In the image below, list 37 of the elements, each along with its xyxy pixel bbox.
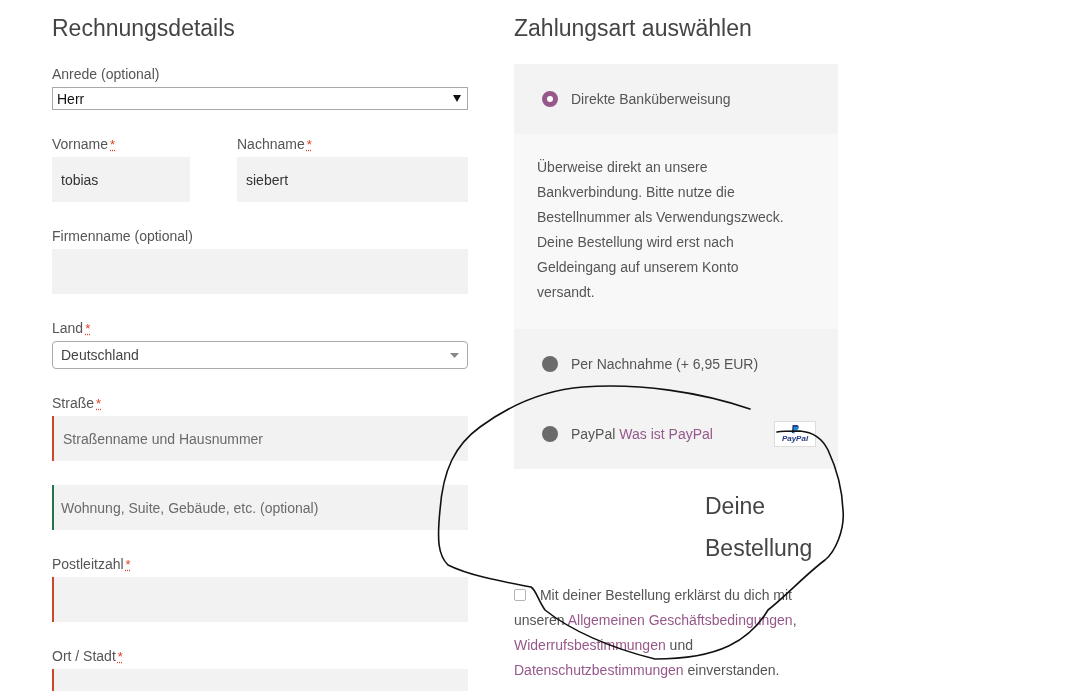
payment-description: Überweise direkt an unsere Bankverbindung. Bitte nutze die Bestellnummer als Verwendungszweck. Deine Bestellung wird erst nach Geldeingang auf unserem Konto versandt. — [537, 158, 785, 302]
info-link[interactable]: Was ist PayPal — [619, 426, 713, 442]
dropdown[interactable]: Herr — [52, 87, 468, 110]
required-mark: * — [117, 649, 123, 665]
required-mark: * — [125, 557, 131, 573]
text-field[interactable]: tobias — [52, 157, 190, 202]
field-label: Postleitzahl — [52, 555, 124, 574]
text-field[interactable]: Straßenname und Hausnummer — [52, 416, 468, 461]
text-field[interactable] — [52, 577, 468, 622]
caret-icon — [453, 95, 461, 102]
logo-badge: PayPal — [774, 421, 816, 447]
section-title: Zahlungsart auswählen — [514, 14, 753, 43]
section-title: Deine Bestellung — [705, 492, 814, 563]
required-mark: * — [110, 137, 116, 153]
dropdown[interactable]: Deutschland — [52, 341, 468, 369]
text-field[interactable]: Wohnung, Suite, Gebäude, etc. (optional) — [52, 485, 468, 530]
radio-button[interactable] — [542, 426, 558, 442]
section-title: Rechnungsdetails — [52, 14, 236, 43]
field-label: Nachname — [237, 135, 305, 154]
terms-link[interactable]: Datenschutzbestimmungen — [514, 662, 684, 678]
checkbox[interactable] — [514, 589, 526, 601]
text-field[interactable]: siebert — [237, 157, 468, 202]
payment-option-label[interactable]: Per Nachnahme (+ 6,95 EUR) — [571, 356, 759, 372]
required-mark: * — [85, 321, 91, 337]
caret-icon — [450, 352, 459, 358]
field-label: Land — [52, 319, 84, 338]
field-label: Vorname — [52, 135, 109, 154]
payment-option-label[interactable]: Direkte Banküberweisung — [571, 91, 731, 107]
required-mark: * — [96, 396, 102, 412]
payment-option-label[interactable]: PayPal — [571, 426, 616, 442]
required-mark: * — [306, 137, 312, 153]
field-label: Firmenname (optional) — [52, 227, 193, 246]
field-label: Ort / Stadt — [52, 647, 116, 666]
radio-button[interactable] — [542, 91, 558, 107]
field-label: Straße — [52, 394, 94, 413]
radio-button[interactable] — [542, 356, 558, 372]
field-label: Anrede (optional) — [52, 65, 160, 84]
